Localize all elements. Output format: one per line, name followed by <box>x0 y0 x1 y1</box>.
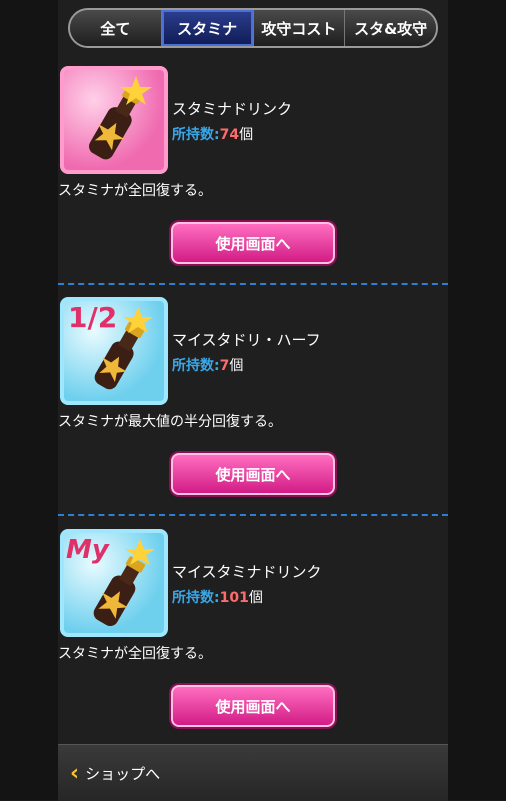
category-tabs: 全て スタミナ 攻守コスト スタ&攻守 <box>68 8 438 48</box>
stamina-drink-icon <box>60 66 168 174</box>
item-description: スタミナが最大値の半分回復する。 <box>58 414 282 430</box>
chevron-left-icon: ‹ <box>70 760 80 786</box>
item-count: 所持数:74個 <box>172 124 253 144</box>
tab-attack-defense-cost[interactable]: 攻守コスト <box>253 10 346 46</box>
item-name: スタミナドリンク <box>172 100 293 118</box>
use-screen-button[interactable]: 使用画面へ <box>171 453 335 495</box>
count-value: 74 <box>219 127 240 143</box>
count-label: 所持数: <box>172 358 220 374</box>
count-unit: 個 <box>239 127 254 143</box>
item-divider <box>58 283 448 285</box>
count-value: 7 <box>219 358 230 374</box>
count-label: 所持数: <box>172 590 220 606</box>
item-description: スタミナが全回復する。 <box>58 646 212 662</box>
shop-link-label: ショップへ <box>85 764 161 783</box>
use-screen-button[interactable]: 使用画面へ <box>171 685 335 727</box>
half-badge: 1/2 <box>68 301 118 334</box>
count-value: 101 <box>219 590 249 606</box>
use-screen-button[interactable]: 使用画面へ <box>171 222 335 264</box>
item-divider <box>58 514 448 516</box>
item-count: 所持数:7個 <box>172 355 243 375</box>
my-badge: My <box>66 535 109 565</box>
item-name: マイスタドリ・ハーフ <box>172 331 321 349</box>
item-my-stamina-drink: My マイスタミナドリンク 所持数:101個 スタミナが全回復する。 使用画面へ <box>58 529 448 739</box>
item-name: マイスタミナドリンク <box>172 563 322 581</box>
tab-all[interactable]: 全て <box>70 10 162 46</box>
tab-stamina-and-attack-defense[interactable]: スタ&攻守 <box>345 10 436 46</box>
item-description: スタミナが全回復する。 <box>58 183 212 199</box>
count-unit: 個 <box>248 590 263 606</box>
half-stamina-drink-icon: 1/2 <box>60 297 168 405</box>
count-label: 所持数: <box>172 127 220 143</box>
my-stamina-drink-icon: My <box>60 529 168 637</box>
count-unit: 個 <box>229 358 244 374</box>
shop-link[interactable]: ‹ ショップへ <box>58 744 448 801</box>
item-count: 所持数:101個 <box>172 587 263 607</box>
item-half-stamina-drink: 1/2 マイスタドリ・ハーフ 所持数:7個 スタミナが最大値の半分回復する。 使… <box>58 297 448 507</box>
right-margin <box>448 0 506 800</box>
item-stamina-drink: スタミナドリンク 所持数:74個 スタミナが全回復する。 使用画面へ <box>58 66 448 276</box>
left-margin <box>0 0 58 800</box>
tab-stamina[interactable]: スタミナ <box>161 10 254 46</box>
